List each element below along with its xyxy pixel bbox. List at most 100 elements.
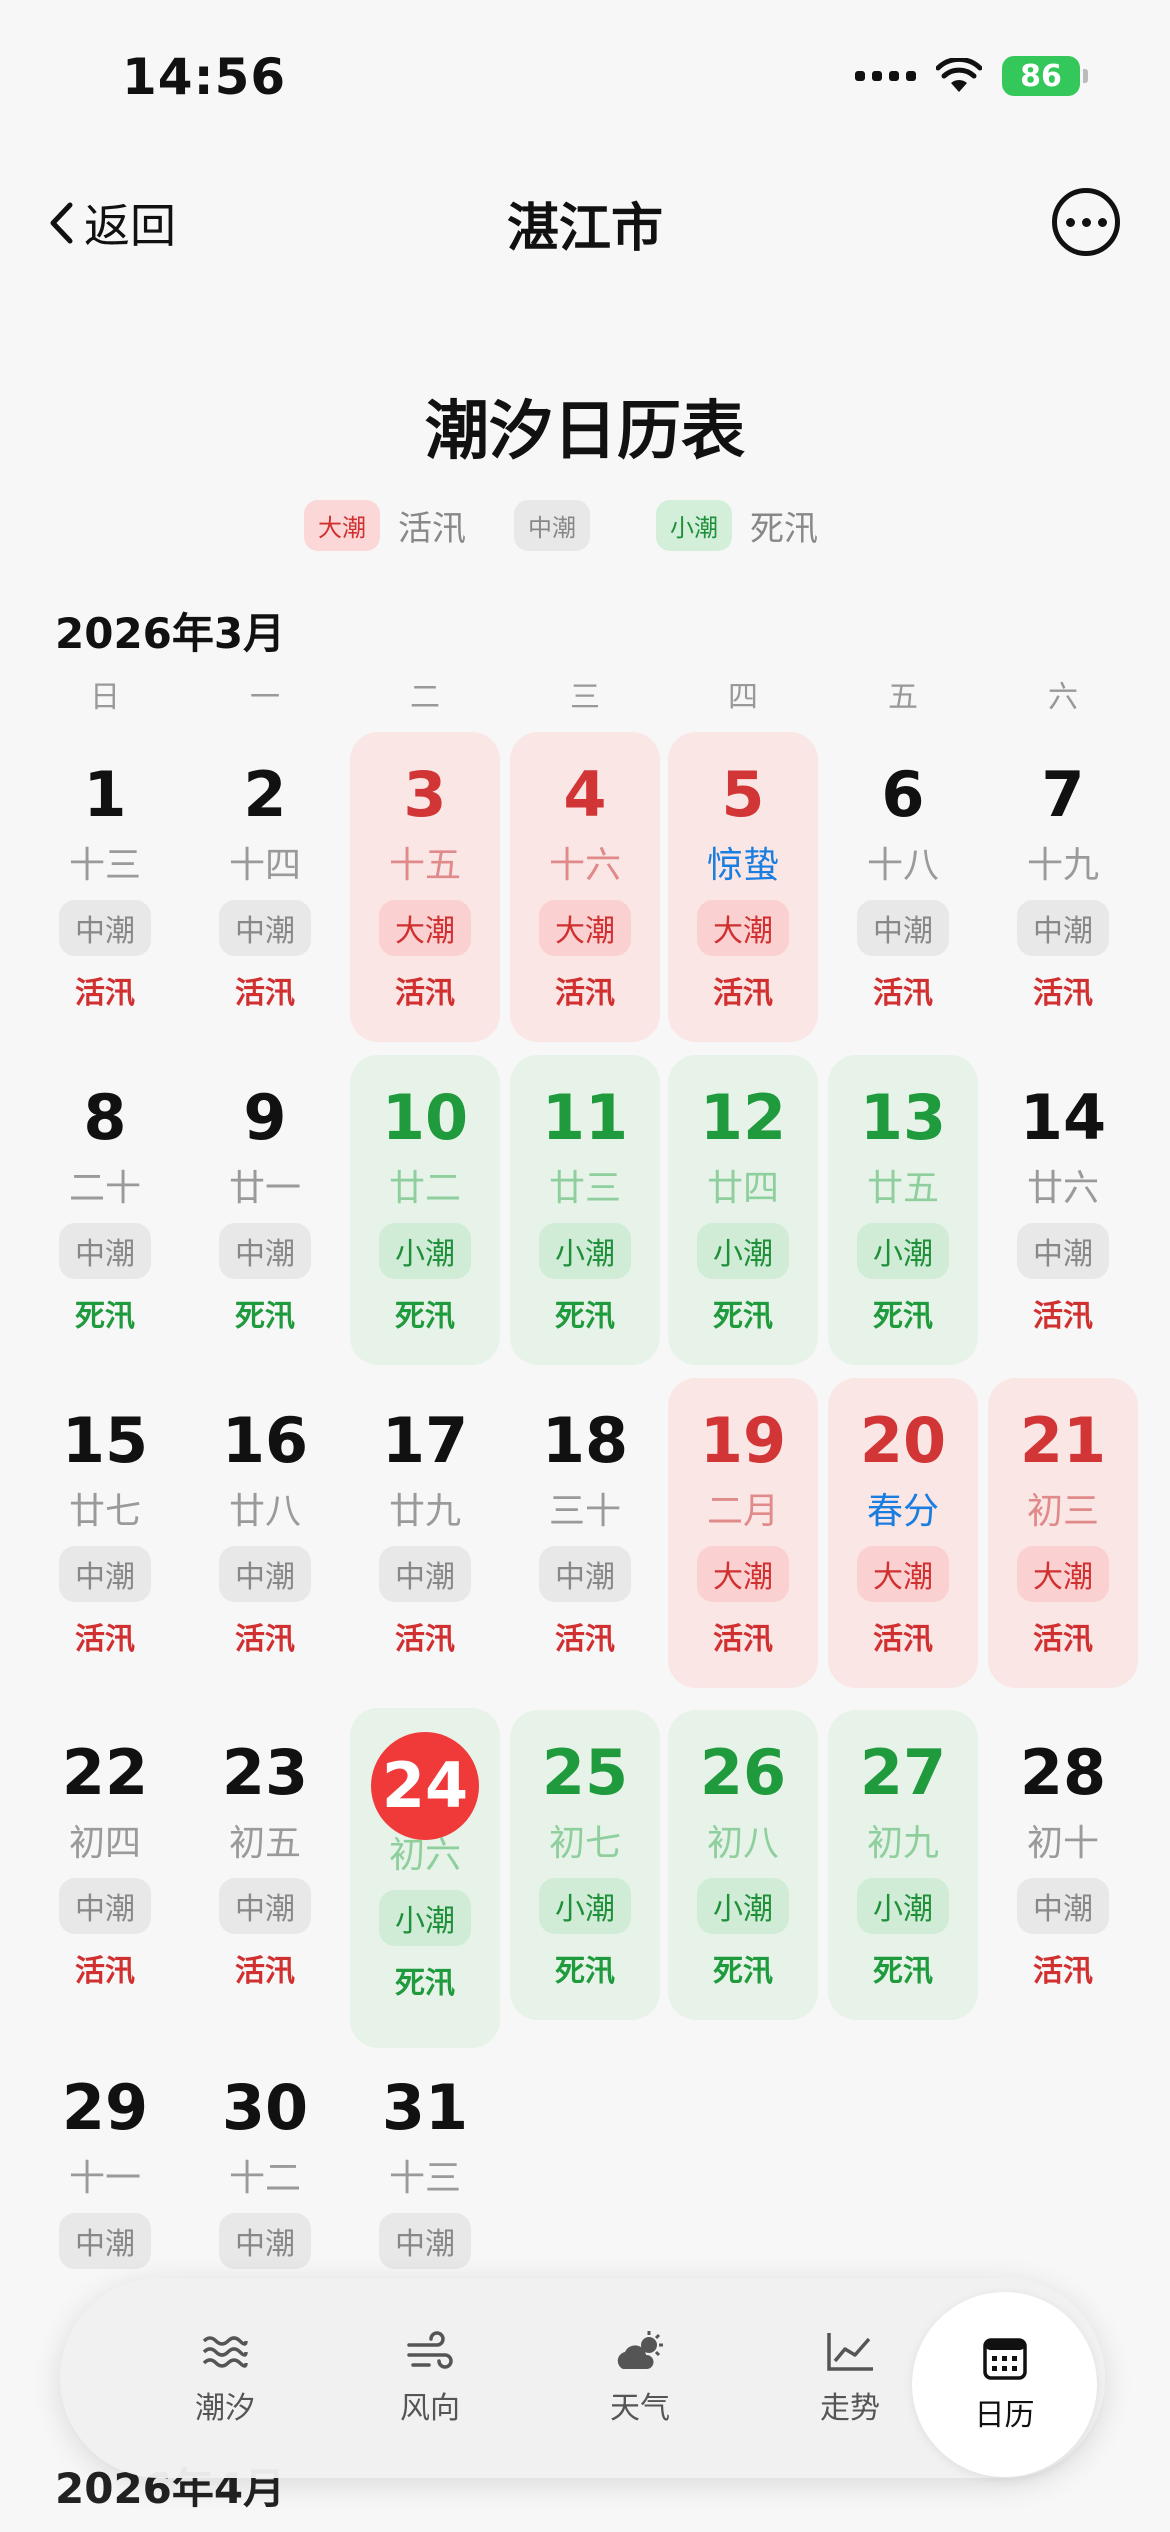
day-cell[interactable]: 3 十五 大潮 活汛 (350, 732, 500, 1042)
day-number: 17 (350, 1398, 500, 1484)
day-cell[interactable]: 8 二十 中潮 死汛 (30, 1055, 180, 1335)
tide-badge: 中潮 (59, 1878, 151, 1934)
day-number-text: 19 (699, 1404, 787, 1477)
day-number-text: 21 (1019, 1404, 1107, 1477)
tab-calendar[interactable]: 日历 (912, 2292, 1097, 2477)
day-cell[interactable]: 15 廿七 中潮 活汛 (30, 1378, 180, 1658)
tide-flow: 死汛 (395, 1299, 455, 1334)
day-cell[interactable]: 6 十八 中潮 活汛 (828, 732, 978, 1012)
day-number: 13 (828, 1075, 978, 1161)
day-number-text: 25 (541, 1736, 629, 1809)
wind-icon (407, 2331, 453, 2369)
lunar-date: 十二 (228, 2158, 301, 2199)
day-cell[interactable]: 28 初十 中潮 活汛 (988, 1710, 1138, 1990)
lunar-date: 十三 (68, 845, 141, 886)
day-number-text: 17 (381, 1404, 469, 1477)
lunar-date: 廿三 (548, 1168, 621, 1209)
day-cell[interactable]: 5 惊蛰 大潮 活汛 (668, 732, 818, 1042)
tide-flow: 活汛 (555, 1622, 615, 1657)
tab-wind[interactable]: 风向 (340, 2278, 520, 2478)
day-cell[interactable]: 13 廿五 小潮 死汛 (828, 1055, 978, 1365)
lunar-date: 初九 (866, 1823, 939, 1864)
tide-badge: 中潮 (539, 1546, 631, 1602)
lunar-date: 二月 (706, 1491, 779, 1532)
day-number-text: 16 (221, 1404, 309, 1477)
day-cell[interactable]: 25 初七 小潮 死汛 (510, 1710, 660, 2020)
day-cell[interactable]: 20 春分 大潮 活汛 (828, 1378, 978, 1688)
tide-flow: 活汛 (873, 1622, 933, 1657)
day-cell[interactable]: 27 初九 小潮 死汛 (828, 1710, 978, 2020)
lunar-date: 廿八 (228, 1491, 301, 1532)
day-cell[interactable]: 2 十四 中潮 活汛 (190, 732, 340, 1012)
tide-badge: 中潮 (219, 1878, 311, 1934)
day-cell[interactable]: 4 十六 大潮 活汛 (510, 732, 660, 1042)
tide-badge: 中潮 (219, 2213, 311, 2269)
calendar-grid: 1 十三 中潮 活汛 2 十四 中潮 活汛 3 十五 大潮 活汛 4 十六 大潮 活汛 5 惊蛰 大潮 活汛 6 十八 中潮… (0, 0, 1170, 2532)
tide-badge: 小潮 (379, 1890, 471, 1946)
tide-flow: 死汛 (75, 1299, 135, 1334)
lunar-date: 初十 (1026, 1823, 1099, 1864)
day-number: 12 (668, 1075, 818, 1161)
day-number-text: 10 (381, 1081, 469, 1154)
day-number-text: 1 (83, 758, 127, 831)
lunar-date: 十一 (68, 2158, 141, 2199)
day-cell[interactable]: 23 初五 中潮 活汛 (190, 1710, 340, 1990)
lunar-date: 十八 (866, 845, 939, 886)
day-number: 2 (190, 752, 340, 838)
tide-badge: 大潮 (697, 1546, 789, 1602)
day-cell[interactable]: 7 十九 中潮 活汛 (988, 732, 1138, 1012)
day-cell[interactable]: 1 十三 中潮 活汛 (30, 732, 180, 1012)
day-cell[interactable]: 16 廿八 中潮 活汛 (190, 1378, 340, 1658)
tab-tide[interactable]: 潮汐 (135, 2278, 315, 2478)
tide-badge: 大潮 (857, 1546, 949, 1602)
day-number-text: 28 (1019, 1736, 1107, 1809)
day-cell[interactable]: 9 廿一 中潮 死汛 (190, 1055, 340, 1335)
day-cell[interactable]: 22 初四 中潮 活汛 (30, 1710, 180, 1990)
day-cell[interactable]: 19 二月 大潮 活汛 (668, 1378, 818, 1688)
lunar-date: 惊蛰 (706, 845, 779, 886)
day-cell[interactable]: 31 十三 中潮 (350, 2045, 500, 2281)
tide-flow: 活汛 (75, 976, 135, 1011)
day-number-text: 30 (221, 2071, 309, 2144)
day-cell[interactable]: 24 初六 小潮 死汛 (350, 1708, 500, 2048)
day-cell[interactable]: 18 三十 中潮 活汛 (510, 1378, 660, 1658)
lunar-date: 初七 (548, 1823, 621, 1864)
day-cell[interactable]: 10 廿二 小潮 死汛 (350, 1055, 500, 1365)
cloud-sun-icon (617, 2331, 663, 2369)
day-cell[interactable]: 14 廿六 中潮 活汛 (988, 1055, 1138, 1335)
calendar-icon (982, 2337, 1027, 2380)
day-number: 27 (828, 1730, 978, 1816)
tide-badge: 小潮 (539, 1223, 631, 1279)
tab-weather[interactable]: 天气 (550, 2278, 730, 2478)
lunar-date: 廿七 (68, 1491, 141, 1532)
day-number: 5 (668, 752, 818, 838)
tide-flow: 活汛 (555, 976, 615, 1011)
day-cell[interactable]: 21 初三 大潮 活汛 (988, 1378, 1138, 1688)
tide-flow: 死汛 (873, 1299, 933, 1334)
tide-badge: 小潮 (697, 1223, 789, 1279)
lunar-date: 十九 (1026, 845, 1099, 886)
day-number: 16 (190, 1398, 340, 1484)
day-cell[interactable]: 11 廿三 小潮 死汛 (510, 1055, 660, 1365)
day-cell[interactable]: 29 十一 中潮 (30, 2045, 180, 2281)
tide-badge: 大潮 (697, 900, 789, 956)
day-number-text: 9 (243, 1081, 287, 1154)
day-cell[interactable]: 17 廿九 中潮 活汛 (350, 1378, 500, 1658)
day-cell[interactable]: 26 初八 小潮 死汛 (668, 1710, 818, 2020)
tide-badge: 中潮 (219, 1223, 311, 1279)
day-number-text: 29 (61, 2071, 149, 2144)
today-marker: 24 (371, 1732, 479, 1840)
day-number-text: 23 (221, 1736, 309, 1809)
day-number: 3 (350, 752, 500, 838)
day-number: 23 (190, 1730, 340, 1816)
day-number-text: 27 (859, 1736, 947, 1809)
day-number-text: 8 (83, 1081, 127, 1154)
day-cell[interactable]: 30 十二中潮 (190, 2045, 340, 2281)
lunar-date: 廿六 (1026, 1168, 1099, 1209)
day-number: 8 (30, 1075, 180, 1161)
day-cell[interactable]: 12 廿四 小潮 死汛 (668, 1055, 818, 1365)
tab-label: 走势 (820, 2391, 880, 2426)
tide-flow: 活汛 (1033, 976, 1093, 1011)
day-number-text: 18 (541, 1404, 629, 1477)
day-number: 24 (350, 1732, 500, 1840)
